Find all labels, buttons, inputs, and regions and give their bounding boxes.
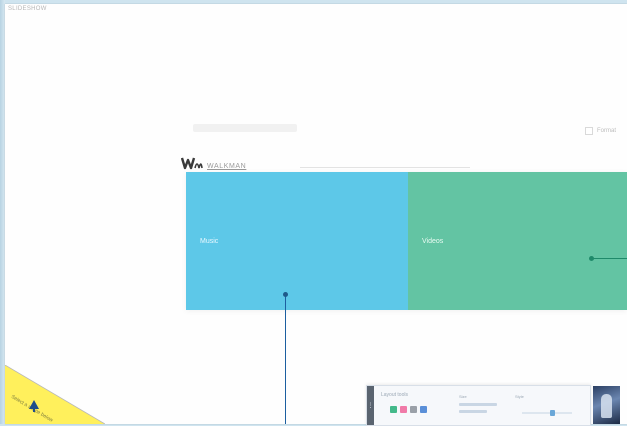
checkbox-label: Format: [597, 128, 617, 134]
callout-line-videos: [592, 258, 627, 259]
music-block-label: Music: [200, 237, 219, 245]
swatch-green[interactable]: [390, 406, 397, 413]
checkbox[interactable]: [585, 127, 593, 135]
divider: [300, 167, 470, 168]
style-label: Style: [515, 394, 524, 399]
toolbar-drag-handle[interactable]: ⋮: [367, 386, 374, 425]
swatch-gray[interactable]: [410, 406, 417, 413]
grip-icon: ⋮: [367, 403, 374, 409]
faint-placeholder-label: [193, 124, 297, 132]
logo: WALKMAN: [181, 156, 246, 170]
slider-thumb[interactable]: [550, 410, 555, 416]
music-block[interactable]: Music: [186, 172, 408, 310]
preview-thumbnail[interactable]: [593, 386, 620, 424]
videos-block[interactable]: Videos: [408, 172, 627, 310]
callout-line-music: [285, 294, 286, 424]
floating-toolbar[interactable]: ⋮ Layout tools Size Style: [366, 385, 591, 426]
toolbar-size-group: Size: [459, 394, 497, 413]
videos-block-label: Videos: [422, 237, 444, 245]
up-arrow-icon[interactable]: [29, 400, 39, 409]
logo-wordmark: WALKMAN: [207, 163, 247, 170]
swatch-blue[interactable]: [420, 406, 427, 413]
size-label: Size: [459, 394, 467, 399]
color-swatches: [390, 406, 427, 413]
callout-anchor-music: [283, 292, 288, 297]
toolbar-slider[interactable]: [522, 410, 572, 416]
swatch-pink[interactable]: [400, 406, 407, 413]
format-option[interactable]: Format: [585, 127, 616, 135]
up-arrow-stem: [33, 409, 35, 412]
content-blocks: Music Videos: [186, 172, 627, 310]
thumbnail-figure: [601, 394, 612, 418]
corner-triangle: [5, 365, 105, 424]
toolbar-title: Layout tools: [381, 392, 408, 398]
corner-label: SLIDESHOW: [8, 6, 47, 12]
size-control-2[interactable]: [459, 410, 487, 413]
walkman-logo-icon: [181, 157, 203, 170]
toolbar-style-group: Style: [515, 394, 524, 399]
size-control[interactable]: [459, 403, 497, 406]
